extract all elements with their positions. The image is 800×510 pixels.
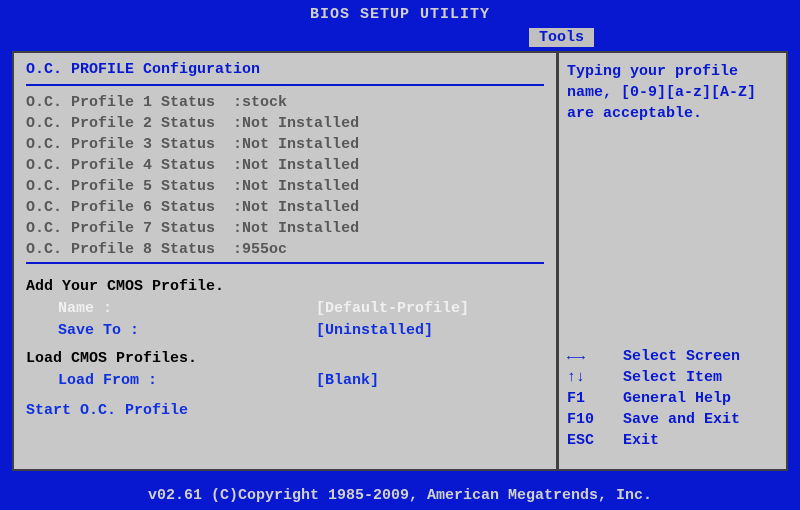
key-row: F1 General Help — [567, 388, 778, 409]
main-area: O.C. PROFILE Configuration O.C. Profile … — [12, 51, 788, 471]
loadfrom-label: Load From : — [26, 370, 316, 392]
f1-key: F1 — [567, 388, 623, 409]
name-value: [Default-Profile] — [316, 298, 469, 320]
key-desc: Select Screen — [623, 346, 740, 367]
start-oc-profile[interactable]: Start O.C. Profile — [26, 402, 544, 419]
loadfrom-field-row[interactable]: Load From : [Blank] — [26, 370, 544, 392]
title-bar: BIOS SETUP UTILITY — [0, 0, 800, 27]
profile-status-row: O.C. Profile 7 Status :Not Installed — [26, 218, 544, 239]
tab-tools[interactable]: Tools — [528, 27, 595, 48]
key-desc: Exit — [623, 430, 659, 451]
key-row: F10 Save and Exit — [567, 409, 778, 430]
profile-status-row: O.C. Profile 1 Status :stock — [26, 92, 544, 113]
help-text-line: name, [0-9][a-z][A-Z] — [567, 82, 778, 103]
tab-row: Tools — [0, 27, 800, 49]
section-title: O.C. PROFILE Configuration — [26, 61, 544, 78]
tab-label: Tools — [539, 29, 584, 46]
bios-window: BIOS SETUP UTILITY Tools O.C. PROFILE Co… — [0, 0, 800, 510]
right-help-panel: Typing your profile name, [0-9][a-z][A-Z… — [558, 51, 788, 471]
name-label: Name : — [26, 298, 316, 320]
name-field-row[interactable]: Name : [Default-Profile] — [26, 298, 544, 320]
load-profile-title: Load CMOS Profiles. — [26, 348, 544, 370]
key-row: ↑↓ Select Item — [567, 367, 778, 388]
arrows-ud-icon: ↑↓ — [567, 367, 623, 388]
esc-key: ESC — [567, 430, 623, 451]
profile-status-row: O.C. Profile 5 Status :Not Installed — [26, 176, 544, 197]
app-title: BIOS SETUP UTILITY — [310, 6, 490, 23]
profile-status-row: O.C. Profile 4 Status :Not Installed — [26, 155, 544, 176]
key-desc: Save and Exit — [623, 409, 740, 430]
key-row: ESC Exit — [567, 430, 778, 451]
arrows-lr-icon: ←→ — [567, 346, 623, 367]
divider — [26, 84, 544, 86]
key-legend: ←→ Select Screen ↑↓ Select Item F1 Gener… — [567, 346, 778, 451]
key-desc: Select Item — [623, 367, 722, 388]
divider — [26, 262, 544, 264]
footer-copyright: v02.61 (C)Copyright 1985-2009, American … — [0, 487, 800, 504]
profile-status-row: O.C. Profile 8 Status :955oc — [26, 239, 544, 260]
profile-status-row: O.C. Profile 3 Status :Not Installed — [26, 134, 544, 155]
loadfrom-value: [Blank] — [316, 370, 379, 392]
help-text-line: Typing your profile — [567, 61, 778, 82]
profile-status-row: O.C. Profile 6 Status :Not Installed — [26, 197, 544, 218]
add-profile-title: Add Your CMOS Profile. — [26, 276, 544, 298]
key-desc: General Help — [623, 388, 731, 409]
help-text-line: are acceptable. — [567, 103, 778, 124]
left-panel: O.C. PROFILE Configuration O.C. Profile … — [12, 51, 558, 471]
saveto-label: Save To : — [26, 320, 316, 342]
saveto-value: [Uninstalled] — [316, 320, 433, 342]
profile-status-row: O.C. Profile 2 Status :Not Installed — [26, 113, 544, 134]
saveto-field-row[interactable]: Save To : [Uninstalled] — [26, 320, 544, 342]
f10-key: F10 — [567, 409, 623, 430]
key-row: ←→ Select Screen — [567, 346, 778, 367]
